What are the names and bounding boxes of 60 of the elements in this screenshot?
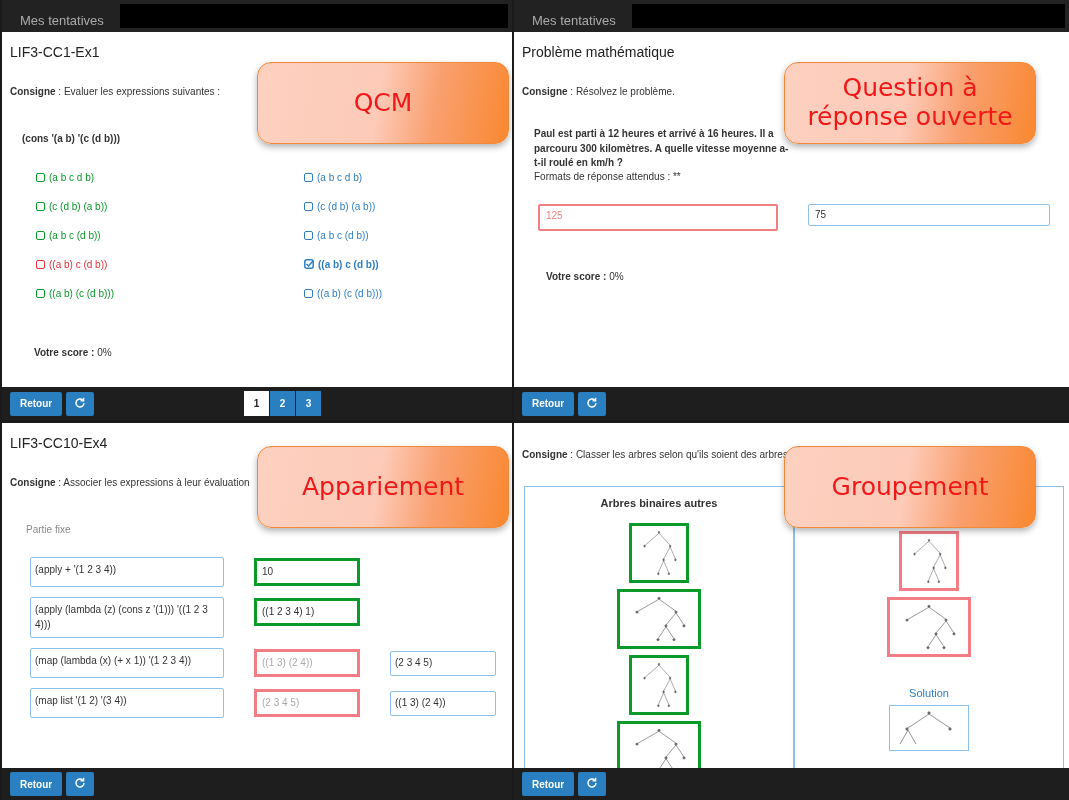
tree-card[interactable] bbox=[887, 597, 971, 657]
answer-field[interactable]: (2 3 4 5) bbox=[254, 689, 360, 717]
checked-box-icon bbox=[304, 259, 314, 269]
score-text: Votre score : 0% bbox=[34, 347, 113, 358]
answer-option[interactable]: (c (d b) (a b)) bbox=[36, 201, 304, 230]
format-hint: Formats de réponse attendus : ** bbox=[534, 170, 682, 182]
choice-option[interactable]: (a b c d b) bbox=[304, 172, 504, 201]
expression-field: (apply (lambda (z) (cons z '(1))) '((1 2 3 4))) bbox=[30, 597, 224, 638]
page-button[interactable]: 1 bbox=[244, 391, 269, 416]
callout-label: QCM bbox=[257, 62, 509, 144]
answer-option[interactable]: (a b c d b) bbox=[36, 172, 304, 201]
answer-field[interactable]: ((1 2 3 4) 1) bbox=[254, 598, 360, 626]
refresh-button[interactable] bbox=[578, 391, 607, 416]
choice-option[interactable]: (a b c (d b)) bbox=[304, 230, 504, 259]
expression-field: (map list '(1 2) '(3 4)) bbox=[30, 688, 224, 718]
answer-option[interactable]: ((a b) (c (d b))) bbox=[36, 288, 304, 317]
exercise-title: LIF3-CC1-Ex1 bbox=[10, 44, 101, 60]
answer-option[interactable]: ((a b) c (d b)) bbox=[36, 259, 304, 288]
back-button[interactable]: Retour bbox=[522, 391, 575, 416]
solution-label: Solution bbox=[909, 687, 949, 699]
exercise-title: LIF3-CC10-Ex4 bbox=[10, 435, 109, 451]
callout-label: Question à réponse ouverte bbox=[784, 62, 1036, 144]
exercise-title: Problème mathématique bbox=[522, 44, 676, 60]
tab[interactable]: Mes tentatives bbox=[514, 13, 632, 32]
answer-option[interactable]: (a b c (d b)) bbox=[36, 230, 304, 259]
refresh-icon bbox=[74, 777, 87, 789]
refresh-icon bbox=[586, 777, 599, 789]
tree-card[interactable] bbox=[899, 531, 959, 591]
answer-field[interactable]: ((1 3) (2 4)) bbox=[254, 649, 360, 677]
refresh-icon bbox=[74, 396, 87, 409]
instruction-text: Consigne : Evaluer les expressions suivantes : bbox=[10, 86, 222, 97]
tree-card[interactable] bbox=[629, 655, 689, 715]
page-button[interactable]: 3 bbox=[296, 391, 321, 416]
callout-label: Appariement bbox=[257, 446, 509, 528]
tree-card[interactable] bbox=[629, 523, 689, 583]
choice-option[interactable]: ((a b) c (d b)) bbox=[304, 259, 504, 288]
choice-option[interactable]: (c (d b) (a b)) bbox=[304, 201, 504, 230]
back-button[interactable]: Retour bbox=[10, 391, 63, 416]
back-button[interactable]: Retour bbox=[522, 772, 575, 796]
tab[interactable]: Mes tentatives bbox=[2, 13, 120, 32]
solution-field: ((1 3) (2 4)) bbox=[390, 691, 496, 716]
refresh-icon bbox=[586, 396, 599, 409]
answer-field[interactable]: 125 bbox=[538, 203, 778, 231]
page-button[interactable]: 2 bbox=[270, 391, 295, 416]
question-text: (cons '(a b) '(c (d b))) bbox=[22, 133, 122, 144]
expression-field: (apply + '(1 2 3 4)) bbox=[30, 557, 224, 587]
refresh-button[interactable] bbox=[578, 772, 607, 796]
instruction-text: Consigne : Associer les expressions à leur évaluation bbox=[10, 477, 251, 488]
refresh-button[interactable] bbox=[66, 772, 95, 796]
choice-option[interactable]: ((a b) (c (d b))) bbox=[304, 288, 504, 317]
refresh-button[interactable] bbox=[66, 391, 95, 416]
answer-field[interactable]: 10 bbox=[254, 558, 360, 586]
tree-card[interactable] bbox=[617, 589, 701, 649]
score-text: Votre score : 0% bbox=[546, 270, 625, 282]
group-title: Arbres binaires autres bbox=[600, 497, 718, 509]
expression-field: (map (lambda (x) (+ x 1)) '(1 2 3 4)) bbox=[30, 648, 224, 678]
back-button[interactable]: Retour bbox=[10, 772, 63, 796]
solution-field: 75 bbox=[808, 203, 1050, 226]
column-header: Partie fixe bbox=[26, 524, 72, 535]
solution-field: (2 3 4 5) bbox=[390, 651, 496, 676]
